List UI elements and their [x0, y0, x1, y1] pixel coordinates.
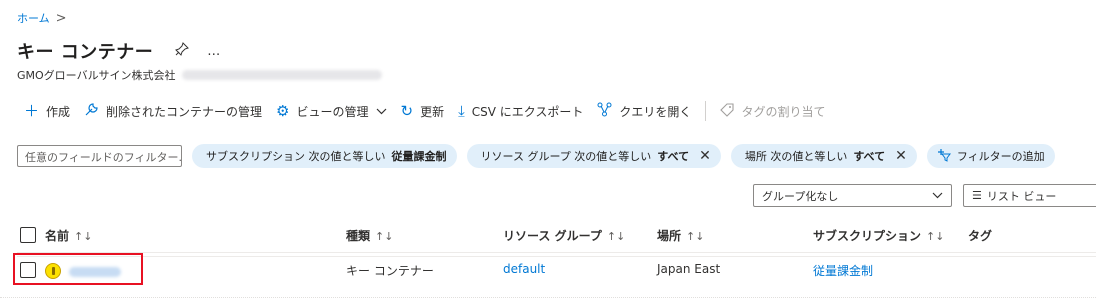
tag-icon: [720, 102, 734, 120]
column-header-type[interactable]: 種類 ↑↓: [346, 227, 393, 244]
breadcrumb: ホーム >: [17, 10, 67, 26]
assign-tags-label: タグの割り当て: [741, 104, 826, 119]
create-label: 作成: [46, 104, 71, 119]
table-header: 名前 ↑↓ 種類 ↑↓ リソース グループ ↑↓ 場所 ↑↓ サブスクリプション ↑↓ タ…: [17, 222, 1096, 248]
column-header-resource-group[interactable]: リソース グループ ↑↓: [503, 227, 625, 244]
row-subscription-link[interactable]: 従量課金制: [813, 262, 873, 279]
select-all-checkbox[interactable]: [20, 227, 36, 243]
query-icon: [597, 102, 612, 120]
subscription-filter-pill[interactable]: サブスクリプション 次の値と等しい 従量課金制: [192, 144, 457, 168]
wrench-icon: [84, 102, 99, 120]
download-icon: ⤓: [458, 101, 465, 120]
command-bar: ＋ 作成 削除されたコンテナーの管理 ⚙ ビューの管理 ↻ 更新 ⤓ CSV に…: [24, 101, 839, 121]
filter-input[interactable]: 任意のフィールドのフィルター...: [17, 145, 182, 167]
gear-icon: ⚙: [276, 101, 290, 120]
row-type: キー コンテナー: [346, 264, 434, 278]
title-row: キー コンテナー …: [17, 38, 221, 64]
column-type-label: 種類: [346, 229, 371, 243]
refresh-icon: ↻: [400, 101, 414, 120]
export-csv-label: CSV にエクスポート: [471, 104, 584, 119]
sort-icon: ↑↓: [375, 230, 394, 243]
manage-view-button[interactable]: ⚙ ビューの管理: [276, 103, 386, 120]
sort-icon: ↑↓: [606, 230, 626, 243]
manage-view-label: ビューの管理: [296, 104, 369, 119]
grouping-value: グループ化なし: [762, 189, 839, 203]
resource-group-filter-label: リソース グループ 次の値と等しい: [480, 150, 652, 163]
header-divider: [17, 252, 1096, 253]
column-header-tags: タグ: [968, 229, 993, 243]
row-location: Japan East: [657, 262, 721, 276]
grouping-dropdown[interactable]: グループ化なし: [753, 184, 952, 207]
export-csv-button[interactable]: ⤓ CSV にエクスポート: [458, 103, 583, 120]
sort-icon: ↑↓: [74, 230, 93, 243]
chevron-down-icon: [376, 104, 387, 118]
toolbar-divider: [705, 101, 707, 121]
breadcrumb-separator: >: [55, 10, 67, 26]
resource-group-filter-value: すべて: [657, 150, 690, 163]
org-name: GMOグローバルサイン株式会社: [17, 69, 176, 82]
highlight-box: [13, 253, 143, 285]
subscription-filter-value: 従量課金制: [391, 150, 447, 163]
column-header-location[interactable]: 場所 ↑↓: [657, 227, 704, 244]
subscription-filter-label: サブスクリプション 次の値と等しい: [206, 150, 386, 163]
open-query-label: クエリを開く: [619, 104, 692, 119]
chevron-down-icon: [932, 189, 943, 202]
view-dropdown[interactable]: ☰ リスト ビュー: [963, 184, 1096, 207]
filter-bar: 任意のフィールドのフィルター... サブスクリプション 次の値と等しい 従量課金…: [17, 144, 1065, 168]
location-filter-pill[interactable]: 場所 次の値と等しい すべて ✕: [730, 144, 917, 168]
manage-deleted-vaults-button[interactable]: 削除されたコンテナーの管理: [84, 102, 262, 120]
pin-icon[interactable]: [175, 42, 190, 60]
create-button[interactable]: ＋ 作成: [24, 103, 70, 120]
open-query-button[interactable]: クエリを開く: [597, 102, 691, 120]
column-subscription-label: サブスクリプション: [813, 229, 922, 243]
bottom-divider: [0, 297, 1096, 299]
redacted-email: [181, 70, 382, 80]
more-options-button[interactable]: …: [207, 44, 221, 59]
plus-icon: ＋: [24, 101, 40, 120]
page-title: キー コンテナー: [17, 42, 154, 63]
resource-group-filter-pill[interactable]: リソース グループ 次の値と等しい すべて ✕: [466, 144, 721, 168]
column-header-name[interactable]: 名前 ↑↓: [45, 227, 92, 244]
assign-tags-button[interactable]: タグの割り当て: [720, 102, 826, 120]
refresh-button[interactable]: ↻ 更新: [401, 103, 445, 120]
sort-icon: ↑↓: [686, 230, 705, 243]
column-location-label: 場所: [657, 229, 682, 243]
close-icon[interactable]: ✕: [895, 148, 907, 164]
close-icon[interactable]: ✕: [699, 148, 711, 164]
location-filter-label: 場所 次の値と等しい: [744, 150, 848, 163]
location-filter-value: すべて: [853, 150, 886, 163]
list-icon: ☰: [972, 189, 982, 202]
column-name-label: 名前: [45, 229, 70, 243]
view-value: リスト ビュー: [986, 189, 1057, 203]
add-filter-button[interactable]: フィルターの追加: [926, 144, 1055, 168]
subtitle: GMOグローバルサイン株式会社: [17, 67, 382, 83]
row-resource-group-link[interactable]: default: [503, 262, 545, 276]
refresh-label: 更新: [420, 104, 445, 119]
add-filter-icon: [937, 148, 951, 165]
add-filter-label: フィルターの追加: [956, 150, 1045, 163]
breadcrumb-home-link[interactable]: ホーム: [17, 10, 50, 26]
column-header-subscription[interactable]: サブスクリプション ↑↓: [813, 227, 944, 244]
column-resource-group-label: リソース グループ: [503, 229, 602, 243]
sort-icon: ↑↓: [926, 230, 945, 243]
table-row[interactable]: キー コンテナー default Japan East 従量課金制: [17, 256, 1096, 285]
manage-deleted-vaults-label: 削除されたコンテナーの管理: [106, 104, 263, 119]
